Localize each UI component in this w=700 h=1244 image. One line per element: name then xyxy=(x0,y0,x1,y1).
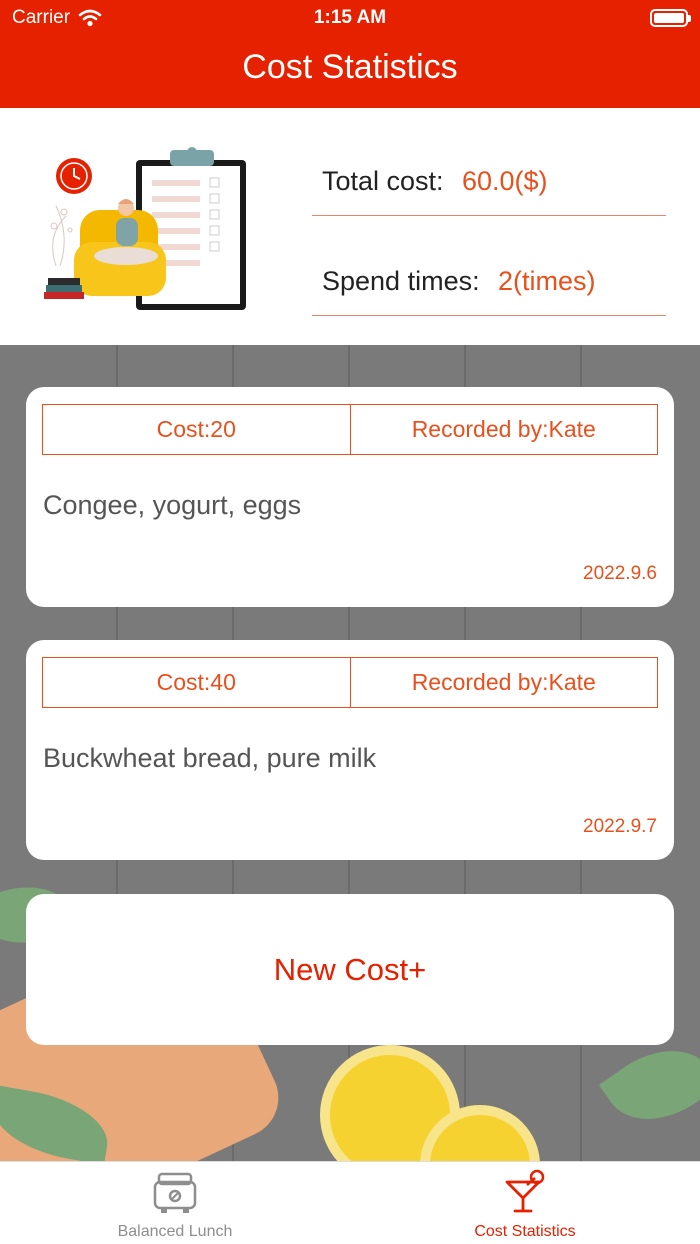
cost-record-card[interactable]: Cost:20 Recorded by:Kate Congee, yogurt,… xyxy=(26,387,674,607)
battery-icon xyxy=(650,9,691,27)
nav-header: Carrier 1:15 AM Cost Statistics xyxy=(0,0,700,108)
spend-times-label: Spend times: xyxy=(322,266,480,296)
record-author: Recorded by:Kate xyxy=(349,658,658,707)
record-date: 2022.9.7 xyxy=(583,816,657,837)
record-header: Cost:20 Recorded by:Kate xyxy=(42,404,658,455)
toaster-icon xyxy=(153,1172,197,1213)
summary-panel: Total cost: 60.0($) Spend times: 2(times… xyxy=(0,108,700,345)
record-header: Cost:40 Recorded by:Kate xyxy=(42,657,658,708)
tab-bar: Balanced Lunch Cost Statistics xyxy=(0,1161,700,1244)
record-description: Congee, yogurt, eggs xyxy=(43,490,302,520)
budget-illustration xyxy=(44,147,246,310)
total-cost-label: Total cost: xyxy=(322,166,444,196)
record-description: Buckwheat bread, pure milk xyxy=(43,743,377,773)
tab-balanced-lunch[interactable]: Balanced Lunch xyxy=(0,1162,350,1244)
tab-label: Cost Statistics xyxy=(474,1223,576,1240)
record-cost: Cost:40 xyxy=(156,669,236,695)
spend-times-value: 2(times) xyxy=(498,266,596,296)
total-cost-row: Total cost: 60.0($) xyxy=(312,116,666,216)
new-cost-button[interactable]: New Cost+ xyxy=(26,894,674,1045)
page-title: Cost Statistics xyxy=(242,48,458,86)
record-author: Recorded by:Kate xyxy=(349,405,658,454)
total-cost-value: 60.0($) xyxy=(462,166,548,196)
spend-times-row: Spend times: 2(times) xyxy=(312,216,666,316)
status-time: 1:15 AM xyxy=(313,7,387,28)
record-date: 2022.9.6 xyxy=(583,563,657,584)
tab-label: Balanced Lunch xyxy=(117,1223,233,1240)
cocktail-icon xyxy=(505,1169,545,1213)
status-bar: Carrier 1:15 AM xyxy=(0,0,700,36)
cost-record-card[interactable]: Cost:40 Recorded by:Kate Buckwheat bread… xyxy=(26,640,674,860)
record-cost: Cost:20 xyxy=(156,416,236,442)
tab-cost-statistics[interactable]: Cost Statistics xyxy=(350,1162,700,1244)
